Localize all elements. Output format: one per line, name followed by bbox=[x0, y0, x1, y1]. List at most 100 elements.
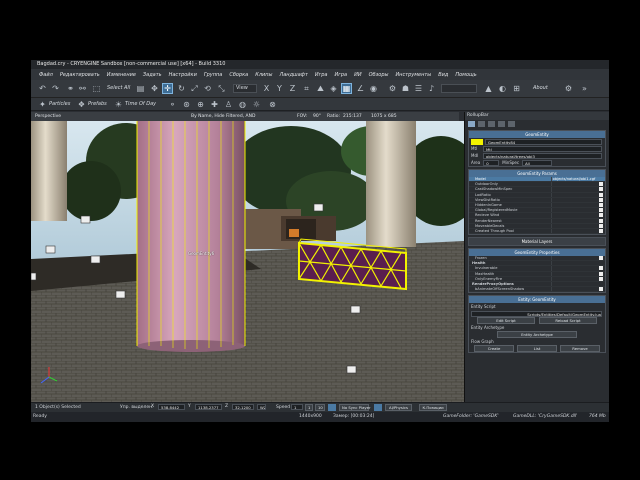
menu-item-14[interactable]: Вид bbox=[438, 72, 448, 78]
rotate-axis-icon[interactable]: ⟲ bbox=[202, 83, 213, 94]
tool-icon-b[interactable]: ⊛ bbox=[181, 99, 192, 110]
display-tab-icon[interactable] bbox=[498, 121, 505, 127]
area-field[interactable]: 0 bbox=[483, 159, 500, 166]
time-of-day-button[interactable]: Time Of Day bbox=[125, 101, 156, 107]
sync-icon[interactable] bbox=[328, 404, 336, 411]
terrain-snap-icon[interactable]: ⛰ bbox=[315, 83, 326, 94]
material-layers-header[interactable]: Material Layers bbox=[469, 238, 605, 246]
menu-item-11[interactable]: ИИ bbox=[354, 72, 361, 78]
property-checkbox[interactable] bbox=[599, 228, 603, 233]
terrain-icon[interactable]: ▲ bbox=[483, 83, 494, 94]
property-value[interactable] bbox=[550, 208, 605, 213]
link-icon[interactable]: ⚭ bbox=[65, 83, 76, 94]
ai-physics-button[interactable]: AI/Physics bbox=[385, 404, 412, 411]
about-button[interactable]: About bbox=[533, 85, 548, 91]
prefabs-button[interactable]: Prefabs bbox=[88, 101, 107, 107]
flowgraph-icon[interactable]: ⊞ bbox=[511, 83, 522, 94]
entity-name-field[interactable]: GeomEntity84 bbox=[485, 138, 602, 145]
property-value[interactable] bbox=[550, 202, 605, 208]
material-icon[interactable]: ◐ bbox=[497, 83, 508, 94]
scale-icon[interactable]: ⤢ bbox=[189, 83, 200, 94]
perspective-viewport[interactable]: GeomEntity6 bbox=[31, 121, 464, 402]
redo-icon[interactable]: ↷ bbox=[50, 83, 61, 94]
property-checkbox[interactable] bbox=[599, 218, 603, 223]
property-value[interactable] bbox=[550, 287, 605, 292]
property-checkbox[interactable] bbox=[599, 256, 603, 261]
property-checkbox[interactable] bbox=[599, 271, 603, 276]
x-coord-field[interactable]: 538.8442 bbox=[158, 404, 185, 410]
property-value[interactable]: objects/natural/obi1.cgf bbox=[550, 177, 605, 182]
menu-item-0[interactable]: Файл bbox=[39, 72, 53, 78]
modeling-tab-icon[interactable] bbox=[488, 121, 495, 127]
lock-icon[interactable]: ▤ bbox=[135, 83, 146, 94]
property-checkbox[interactable] bbox=[599, 197, 603, 202]
property-row[interactable]: Created Through Pool bbox=[469, 228, 605, 235]
axis-xy-icon[interactable]: ⌗ bbox=[301, 83, 312, 94]
unlink-icon[interactable]: ⚯ bbox=[77, 83, 88, 94]
property-value[interactable] bbox=[550, 192, 605, 197]
mtl-field[interactable]: Mtl bbox=[483, 145, 602, 152]
sync-player-button[interactable]: No Sync Player bbox=[339, 404, 371, 411]
menu-item-13[interactable]: Инструменты bbox=[395, 72, 431, 78]
z-coord-field[interactable]: 32.1200 bbox=[232, 404, 254, 410]
property-checkbox[interactable] bbox=[599, 208, 603, 213]
speed-10-button[interactable]: 10 bbox=[315, 404, 325, 411]
property-value[interactable] bbox=[550, 271, 605, 276]
flowgraph-list-button[interactable]: List bbox=[517, 345, 557, 353]
property-row[interactable]: bAnimateOffScreenShadow bbox=[469, 287, 605, 293]
entity-script-field[interactable]: Scripts/Entities/Default/GeomEntity.lua bbox=[471, 310, 602, 317]
perspective-label[interactable]: Perspective bbox=[35, 112, 61, 121]
menu-item-2[interactable]: Изменение bbox=[107, 72, 136, 78]
grid-snap-icon[interactable]: ▦ bbox=[341, 83, 352, 94]
move-icon[interactable]: ✥ bbox=[149, 83, 160, 94]
geomentity-header[interactable]: GeomEntity bbox=[469, 131, 605, 138]
property-value[interactable] bbox=[550, 213, 605, 218]
property-value[interactable] bbox=[550, 276, 605, 281]
property-value[interactable] bbox=[550, 182, 605, 187]
property-checkbox[interactable] bbox=[599, 276, 603, 281]
property-checkbox[interactable] bbox=[599, 202, 603, 207]
tool-icon-e[interactable]: ♙ bbox=[223, 99, 234, 110]
scale-axis-icon[interactable]: ⤡ bbox=[216, 83, 227, 94]
properties-header[interactable]: GeomEntity Properties bbox=[469, 249, 605, 257]
flowgraph-remove-button[interactable]: Remove bbox=[560, 345, 600, 353]
menu-item-1[interactable]: Редактировать bbox=[60, 72, 100, 78]
filter-label[interactable]: By Name, Hide Filtered, AND bbox=[191, 112, 255, 121]
tool-icon-g[interactable]: ☼ bbox=[251, 99, 262, 110]
menu-item-3[interactable]: Задать bbox=[143, 72, 162, 78]
menu-item-6[interactable]: Сборка bbox=[229, 72, 248, 78]
terrain-tab-icon[interactable] bbox=[478, 121, 485, 127]
property-checkbox[interactable] bbox=[599, 287, 603, 292]
entity-script-header[interactable]: Entity: GeomEntity bbox=[469, 296, 605, 304]
axis-y[interactable]: Y bbox=[274, 83, 285, 94]
more-icon[interactable]: » bbox=[579, 83, 590, 94]
property-checkbox[interactable] bbox=[599, 192, 603, 197]
menu-item-12[interactable]: Обзоры bbox=[369, 72, 389, 78]
property-value[interactable] bbox=[550, 197, 605, 202]
menu-item-4[interactable]: Настройки bbox=[169, 72, 197, 78]
minspec-select[interactable]: All bbox=[522, 159, 553, 166]
property-value[interactable] bbox=[550, 256, 605, 261]
property-value[interactable] bbox=[550, 218, 605, 223]
reload-script-button[interactable]: Reload Script bbox=[539, 317, 597, 325]
rotate-icon[interactable]: ↻ bbox=[176, 83, 187, 94]
physics-icon[interactable]: ⚙ bbox=[387, 83, 398, 94]
objects-tab-icon[interactable] bbox=[468, 121, 475, 127]
ai-physics-icon[interactable] bbox=[374, 404, 382, 411]
speed-field[interactable]: 1 bbox=[291, 404, 303, 410]
menu-item-15[interactable]: Помощь bbox=[455, 72, 476, 78]
property-value[interactable] bbox=[550, 223, 605, 228]
camera-icon[interactable]: ◉ bbox=[368, 83, 379, 94]
angle-snap-icon[interactable]: ∠ bbox=[355, 83, 366, 94]
property-checkbox[interactable] bbox=[599, 213, 603, 218]
axis-z[interactable]: Z bbox=[287, 83, 298, 94]
layers-tab-icon[interactable] bbox=[508, 121, 515, 127]
flowgraph-create-button[interactable]: Create bbox=[474, 345, 514, 353]
property-checkbox[interactable] bbox=[599, 266, 603, 271]
edit-script-button[interactable]: Edit Script bbox=[477, 317, 535, 325]
grid-field[interactable]: WZ bbox=[257, 404, 266, 410]
entity-color-swatch[interactable] bbox=[471, 138, 483, 145]
particles-button[interactable]: Particles bbox=[49, 101, 70, 107]
entity-archetype-button[interactable]: Entity Archetype bbox=[497, 331, 577, 339]
tool-icon-f[interactable]: ◍ bbox=[237, 99, 248, 110]
